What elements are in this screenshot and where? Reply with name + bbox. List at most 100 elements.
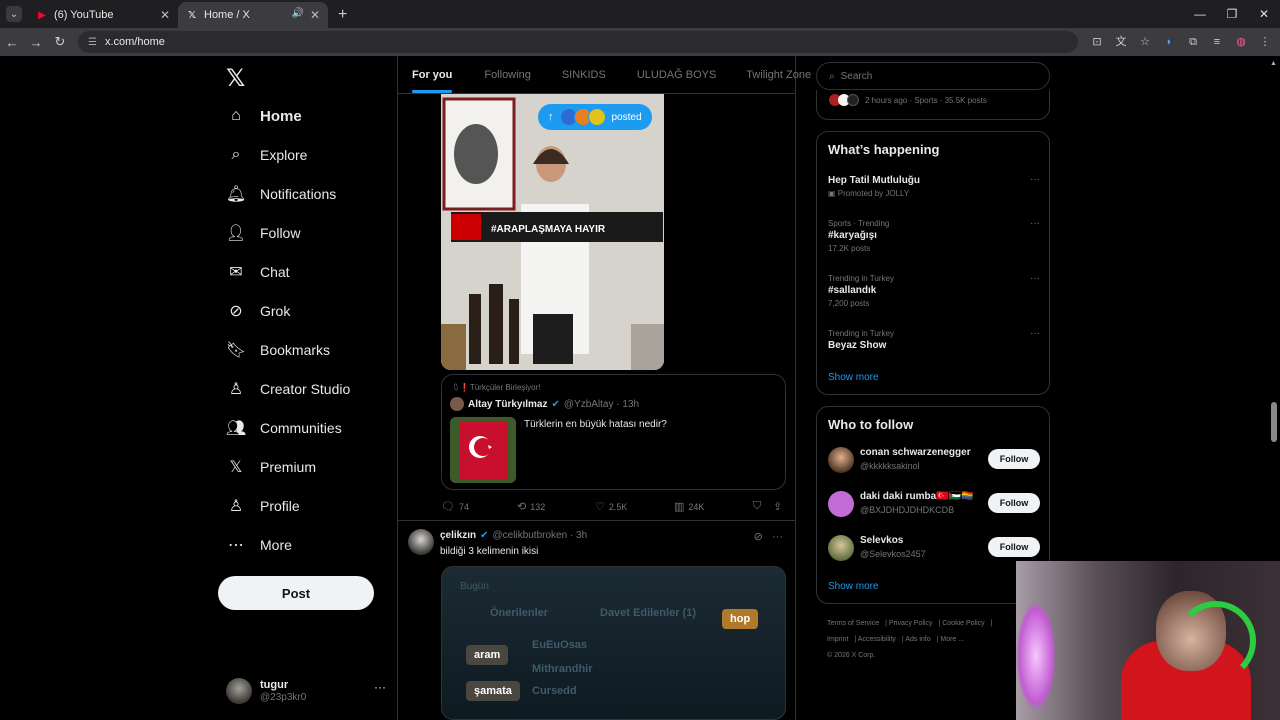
tab-for-you[interactable]: For you — [412, 69, 453, 93]
more-dots-icon[interactable]: ··· — [772, 531, 783, 543]
grok-icon[interactable]: ⊘ — [754, 531, 763, 543]
tab-search-button[interactable]: ⌄ — [6, 6, 22, 22]
views-button[interactable]: ▥ 24K — [674, 500, 704, 513]
more-dots-icon[interactable]: ··· — [1030, 328, 1040, 339]
bookmark-star-icon[interactable]: ☆ — [1136, 32, 1154, 52]
new-posts-pill[interactable]: ↑ posted — [538, 104, 652, 130]
tab-x-home[interactable]: 𝕏 Home / X 🔊 ✕ — [178, 2, 328, 28]
follow-suggestion[interactable]: daki daki rumba🇹🇷🇵🇸🏳️‍🌈 @BXJDHDJDHDKCDB … — [828, 489, 1040, 521]
close-tab-icon[interactable]: ✕ — [310, 8, 320, 22]
new-tab-button[interactable]: + — [338, 6, 347, 24]
trend-title: #karyağışı — [828, 230, 877, 241]
nav-explore[interactable]: ⌕ Explore — [226, 140, 308, 170]
show-more-link[interactable]: Show more — [828, 581, 879, 592]
close-tab-icon[interactable]: ✕ — [160, 8, 170, 22]
nav-label: Explore — [260, 147, 308, 163]
more-dots-icon[interactable]: ··· — [1030, 174, 1040, 185]
nav-profile[interactable]: ♙ Profile — [226, 491, 300, 521]
search-input[interactable]: ⌕ Search — [816, 62, 1050, 90]
trend-item[interactable]: Trending in Turkey #sallandık 7,200 post… — [828, 273, 1040, 309]
follow-suggestion[interactable]: Selevkos @Selevkos2457 Follow — [828, 533, 1040, 565]
more-dots-icon[interactable]: ··· — [1030, 273, 1040, 284]
footer-link[interactable]: Cookie Policy — [942, 620, 984, 627]
tab-youtube[interactable]: ▶ (6) YouTube ✕ — [28, 2, 178, 28]
arrow-up-icon: ↑ — [548, 111, 554, 123]
x-logo-icon[interactable]: 𝕏 — [226, 64, 245, 93]
nav-label: Bookmarks — [260, 342, 331, 358]
trend-avatars — [829, 94, 859, 106]
bookmark-button[interactable]: ⛉ — [753, 500, 765, 513]
show-more-link[interactable]: Show more — [828, 372, 879, 383]
nav-chat[interactable]: ✉ Chat — [226, 257, 289, 287]
tab-uludag-boys[interactable]: ULUDAĞ BOYS — [637, 69, 716, 81]
extension-icon[interactable]: ◗ — [1160, 32, 1178, 52]
author-name[interactable]: Altay Türkyılmaz — [468, 399, 547, 410]
tab-sinkids[interactable]: SINKIDS — [562, 69, 606, 81]
copyright: © 2026 X Corp. — [827, 652, 876, 659]
site-info-icon[interactable]: ☰ — [88, 37, 97, 48]
nav-notifications[interactable]: 🔔︎ Notifications — [226, 179, 336, 209]
trend-item[interactable]: Sports · Trending #karyağışı 17.2K posts… — [828, 218, 1040, 254]
footer-link[interactable]: Accessibility — [858, 636, 896, 643]
footer-link[interactable]: Privacy Policy — [889, 620, 933, 627]
nav-premium[interactable]: 𝕏 Premium — [226, 452, 316, 482]
scrollbar-thumb[interactable] — [1271, 402, 1277, 442]
url-field[interactable]: ☰ x.com/home — [78, 31, 1078, 53]
nav-creator-studio[interactable]: ♙ Creator Studio — [226, 374, 350, 404]
forward-icon[interactable]: → — [24, 35, 48, 50]
nav-more[interactable]: ⋯ More — [226, 530, 292, 560]
avatar[interactable] — [408, 529, 434, 555]
scroll-up-icon[interactable]: ▲ — [1270, 60, 1277, 67]
like-button[interactable]: ♡ 2.5K — [595, 500, 627, 513]
translate-icon[interactable]: 文 — [1112, 32, 1130, 52]
trend-item[interactable]: Hep Tatil Mutluluğu ▣ Promoted by JOLLY … — [828, 174, 1040, 199]
tab-following[interactable]: Following — [484, 69, 530, 81]
reload-icon[interactable]: ↻ — [48, 34, 72, 50]
post-button[interactable]: Post — [218, 576, 374, 610]
footer-link[interactable]: Ads info — [905, 636, 930, 643]
mail-icon: ✉ — [229, 264, 243, 281]
user-name: Selevkos — [860, 535, 904, 546]
nav-follow[interactable]: 👤︎ Follow — [226, 218, 301, 248]
close-window-icon[interactable]: ✕ — [1248, 0, 1280, 28]
profile-icon[interactable]: ◍ — [1232, 32, 1250, 52]
footer-link[interactable]: More ... — [940, 636, 964, 643]
account-switcher[interactable]: tugur @23p3kr0 ··· — [226, 674, 386, 708]
posted-label: posted — [611, 111, 642, 123]
trend-item[interactable]: Trending in Turkey Beyaz Show ··· — [828, 328, 1040, 353]
more-dots-icon[interactable]: ··· — [374, 680, 386, 694]
install-app-icon[interactable]: ⊡ — [1088, 32, 1106, 52]
nav-grok[interactable]: ⊘ Grok — [226, 296, 290, 326]
quote-thumbnail[interactable] — [450, 417, 516, 483]
nav-bookmarks[interactable]: 🔖︎ Bookmarks — [226, 335, 330, 365]
share-button[interactable]: ⇪ — [773, 500, 786, 513]
nav-communities[interactable]: 👥︎ Communities — [226, 413, 342, 443]
tweet-image[interactable]: #ARAPLAŞMAYA HAYIR — [441, 94, 664, 370]
footer-link[interactable]: Imprint — [827, 636, 848, 643]
footer-link[interactable]: Terms of Service — [827, 620, 879, 627]
left-navigation: 𝕏 ⌂ Home ⌕ Explore 🔔︎ Notifications 👤︎ F… — [218, 56, 396, 720]
quoted-tweet[interactable]: ⩇ ❗Türkçüler Birleşiyor! Altay Türkyılma… — [441, 374, 786, 490]
menu-icon[interactable]: ⋮ — [1256, 32, 1274, 52]
follow-button[interactable]: Follow — [988, 493, 1040, 513]
more-dots-icon[interactable]: ··· — [1030, 218, 1040, 229]
minimize-icon[interactable]: — — [1184, 0, 1216, 28]
speaker-icon[interactable]: 🔊 — [292, 8, 304, 19]
puzzle-icon[interactable]: ⧉ — [1184, 32, 1202, 52]
tab-twilight-zone[interactable]: Twilight Zone — [746, 69, 811, 81]
whats-happening-card: What’s happening Hep Tatil Mutluluğu ▣ P… — [816, 131, 1050, 395]
reply-button[interactable]: 🗨︎ 74 — [441, 500, 469, 513]
back-icon[interactable]: ← — [0, 35, 24, 50]
nav-home[interactable]: ⌂ Home — [226, 101, 302, 131]
search-icon: ⌕ — [829, 70, 835, 82]
repost-button[interactable]: ⟲ 132 — [517, 500, 545, 513]
reading-list-icon[interactable]: ≡ — [1208, 32, 1226, 52]
tab-title: (6) YouTube — [54, 9, 114, 21]
tweet-image[interactable]: Bugün Önerilenler Davet Edilenler (1) ho… — [441, 566, 786, 720]
author-name[interactable]: çelikzın — [440, 530, 476, 541]
trend-card-top[interactable]: 2 hours ago · Sports · 35.5K posts — [816, 90, 1050, 120]
follow-button[interactable]: Follow — [988, 449, 1040, 469]
follow-suggestion[interactable]: conan schwarzenegger @kkkkksakinol Follo… — [828, 445, 1040, 477]
restore-icon[interactable]: ❐ — [1216, 0, 1248, 28]
follow-button[interactable]: Follow — [988, 537, 1040, 557]
